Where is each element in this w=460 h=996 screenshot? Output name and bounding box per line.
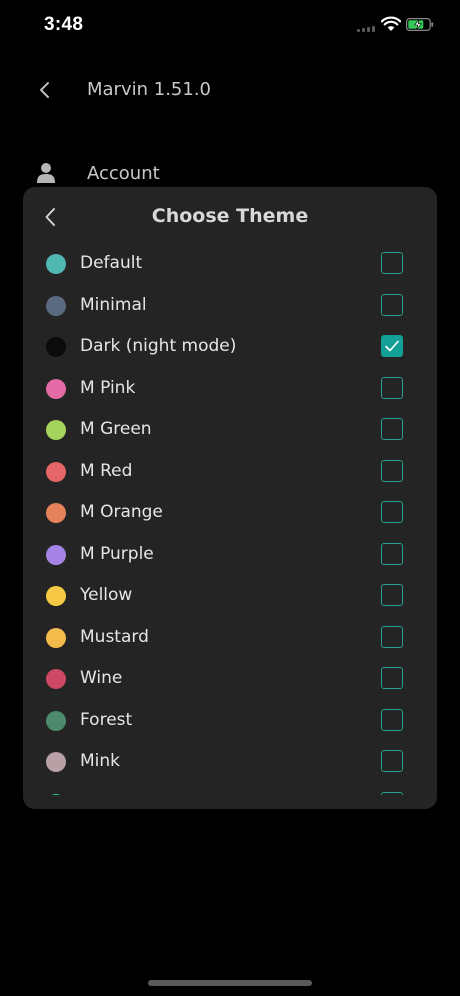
theme-name: M Orange [80,502,163,522]
theme-option[interactable]: Default [23,243,437,285]
wifi-icon [381,16,401,31]
cellular-signal-icon [357,26,377,32]
theme-color-swatch [46,378,66,399]
theme-color-swatch [46,254,66,274]
theme-option[interactable]: M Purple [23,534,437,576]
modal-title: Choose Theme [151,205,309,227]
theme-color-swatch [46,461,66,482]
theme-color-swatch [46,793,66,795]
theme-name: M Purple [80,543,154,564]
theme-color-swatch [46,586,66,606]
battery-charging-icon [406,18,434,31]
theme-color-swatch [46,627,66,648]
checkmark-icon [385,340,399,352]
theme-checkbox[interactable] [381,791,403,795]
theme-checkbox[interactable] [381,625,403,648]
theme-name: Wine [80,668,123,688]
choose-theme-modal: Choose Theme Default Minimal Dark (night m… [23,187,437,809]
account-label: Account [87,163,160,184]
theme-color-swatch [46,503,66,523]
theme-checkbox[interactable] [381,542,403,565]
theme-option[interactable]: Mustard [23,617,437,659]
theme-checkbox[interactable] [381,252,403,274]
theme-name: Yellow [80,585,133,605]
theme-name: M Green [80,419,152,439]
theme-option[interactable]: M Pink [23,368,437,410]
theme-checkbox[interactable] [381,418,403,440]
theme-checkbox[interactable] [381,376,403,399]
theme-option[interactable]: Dark (night mode) [23,326,437,368]
theme-checkbox[interactable] [381,750,403,772]
person-icon [37,163,55,183]
theme-checkbox[interactable] [381,501,403,523]
settings-header: Marvin 1.51.0 [0,70,460,110]
theme-color-swatch [46,295,66,316]
theme-color-swatch [46,337,66,357]
home-indicator[interactable] [148,980,312,986]
theme-color-swatch [46,710,66,731]
theme-option[interactable]: M Red [23,451,437,493]
theme-option[interactable]: Minimal [23,285,437,327]
theme-checkbox[interactable] [381,293,403,316]
theme-option[interactable]: Wine [23,658,437,700]
theme-color-swatch [46,752,66,772]
theme-option[interactable]: M Orange [23,492,437,534]
settings-title: Marvin 1.51.0 [87,79,211,100]
theme-name: Minimal [80,294,147,315]
theme-checkbox[interactable] [381,584,403,606]
theme-checkbox-checked[interactable] [381,335,403,357]
status-time: 3:48 [44,14,84,35]
theme-option[interactable] [23,783,437,795]
theme-name: Dark (night mode) [80,336,237,356]
theme-name: M Pink [80,377,136,398]
theme-name: M Red [80,460,133,481]
theme-option[interactable]: M Green [23,409,437,451]
theme-checkbox[interactable] [381,708,403,731]
theme-option[interactable]: Forest [23,700,437,742]
theme-list[interactable]: Default Minimal Dark (night mode) M Pink M G… [23,243,437,795]
theme-name: Default [80,253,143,273]
theme-checkbox[interactable] [381,459,403,482]
back-chevron-icon[interactable] [36,80,54,100]
account-row[interactable]: Account [0,160,460,190]
theme-color-swatch [46,669,66,689]
status-bar: 3:48 [0,0,460,50]
theme-name: Forest [80,709,133,730]
theme-option[interactable]: Yellow [23,575,437,617]
theme-color-swatch [46,544,66,565]
theme-name: Mustard [80,626,149,647]
theme-option[interactable]: Mink [23,741,437,783]
theme-checkbox[interactable] [381,667,403,689]
theme-color-swatch [46,420,66,440]
theme-name: Mink [80,751,121,771]
